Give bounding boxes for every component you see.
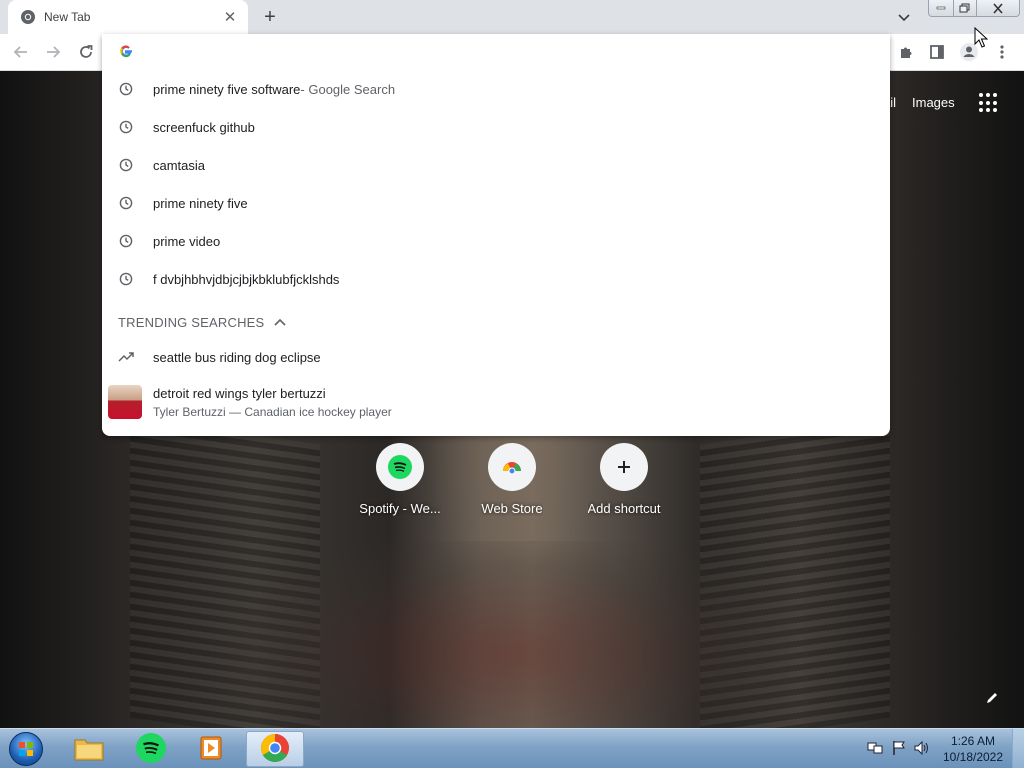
background-image-floor: [230, 541, 790, 728]
side-panel-icon[interactable]: [925, 40, 949, 64]
chrome-web-store-icon: [488, 443, 536, 491]
trending-item[interactable]: seattle bus riding dog eclipse: [102, 338, 890, 376]
chevron-up-icon[interactable]: [274, 318, 286, 326]
shortcut-spotify[interactable]: Spotify - We...: [344, 443, 456, 516]
spotify-icon: [136, 732, 166, 766]
chrome-menu-kebab-icon[interactable]: [990, 40, 1014, 64]
taskbar-media-player[interactable]: [182, 731, 240, 767]
shortcut-web-store[interactable]: Web Store: [456, 443, 568, 516]
extensions-puzzle-icon[interactable]: [894, 40, 918, 64]
taskbar-spotify[interactable]: [122, 731, 180, 767]
window-minimize-button[interactable]: [928, 0, 954, 17]
suggestion-item[interactable]: camtasia: [102, 146, 890, 184]
add-shortcut-button[interactable]: Add shortcut: [568, 443, 680, 516]
suggestion-sub: - Google Search: [300, 81, 396, 97]
entity-subtitle: Tyler Bertuzzi — Canadian ice hockey pla…: [153, 404, 392, 419]
suggestion-text: f dvbjhbhvjdbjcjbjkbklubfjcklshds: [153, 271, 340, 287]
history-clock-icon: [118, 233, 134, 249]
tab-close-icon[interactable]: ✕: [222, 9, 238, 26]
suggestion-item[interactable]: prime ninety five: [102, 184, 890, 222]
taskbar-chrome[interactable]: [246, 731, 304, 767]
suggestion-item[interactable]: f dvbjhbhvjdbjcjbjkbklubfjcklshds: [102, 260, 890, 298]
plus-icon: [600, 443, 648, 491]
shortcut-label: Web Store: [481, 501, 543, 516]
chrome-icon: [20, 9, 36, 25]
entity-suggestion[interactable]: detroit red wings tyler bertuzzi Tyler B…: [102, 379, 890, 425]
network-icon[interactable]: [866, 739, 884, 757]
suggestion-text: prime ninety five: [153, 195, 248, 211]
shortcut-label: Add shortcut: [587, 501, 661, 516]
reload-icon[interactable]: [74, 40, 98, 64]
folder-icon: [74, 735, 104, 764]
tab-strip: New Tab ✕ +: [0, 0, 1024, 34]
trending-arrow-icon: [118, 349, 134, 365]
google-g-icon: [119, 44, 133, 61]
suggestion-item[interactable]: prime ninety five software - Google Sear…: [102, 70, 890, 108]
trending-searches-header[interactable]: TRENDING SEARCHES: [118, 312, 286, 332]
start-button[interactable]: [6, 730, 46, 768]
tab-search-chevron-icon[interactable]: [894, 8, 914, 28]
history-clock-icon: [118, 195, 134, 211]
omnibox-input[interactable]: [147, 44, 747, 60]
omnibox-dropdown: prime ninety five software - Google Sear…: [102, 34, 890, 436]
chrome-icon: [260, 733, 290, 766]
new-tab-button[interactable]: +: [258, 5, 282, 29]
clock-date: 10/18/2022: [942, 750, 1004, 764]
taskbar-clock[interactable]: 1:26 AM 10/18/2022: [938, 733, 1008, 765]
omnibox-row: [102, 34, 890, 70]
window-close-button[interactable]: [976, 0, 1020, 17]
media-player-icon: [197, 734, 225, 765]
images-link[interactable]: Images: [912, 95, 955, 110]
history-clock-icon: [118, 157, 134, 173]
shortcut-label: Spotify - We...: [359, 501, 441, 516]
suggestion-text: camtasia: [153, 157, 206, 173]
history-clock-icon: [118, 119, 134, 135]
window-restore-button[interactable]: [953, 0, 977, 17]
clock-time: 1:26 AM: [950, 734, 996, 748]
spotify-icon: [376, 443, 424, 491]
mouse-cursor-icon: [974, 27, 988, 48]
suggestion-item[interactable]: screenfuck github: [102, 108, 890, 146]
windows-logo-icon: [9, 732, 43, 766]
entity-thumbnail: [108, 385, 142, 419]
google-apps-grid-icon[interactable]: [979, 93, 999, 113]
trending-header-label: TRENDING SEARCHES: [118, 314, 265, 330]
back-arrow-icon[interactable]: [9, 40, 33, 64]
forward-arrow-icon[interactable]: [41, 40, 65, 64]
volume-speaker-icon[interactable]: [913, 739, 931, 757]
tab-title: New Tab: [44, 10, 91, 24]
suggestion-text: prime ninety five software: [153, 81, 301, 97]
windows-taskbar: 1:26 AM 10/18/2022: [0, 728, 1024, 768]
suggestion-text: prime video: [153, 233, 221, 249]
customize-pencil-icon[interactable]: [982, 688, 1002, 708]
action-center-flag-icon[interactable]: [890, 739, 908, 757]
trending-text: seattle bus riding dog eclipse: [153, 349, 321, 365]
entity-title: detroit red wings tyler bertuzzi: [153, 385, 326, 401]
suggestion-text: screenfuck github: [153, 119, 255, 135]
tab-new-tab[interactable]: New Tab ✕: [8, 0, 248, 34]
history-clock-icon: [118, 81, 134, 97]
history-clock-icon: [118, 271, 134, 287]
taskbar-file-explorer[interactable]: [60, 731, 118, 767]
suggestion-item[interactable]: prime video: [102, 222, 890, 260]
show-desktop-button[interactable]: [1012, 729, 1024, 768]
